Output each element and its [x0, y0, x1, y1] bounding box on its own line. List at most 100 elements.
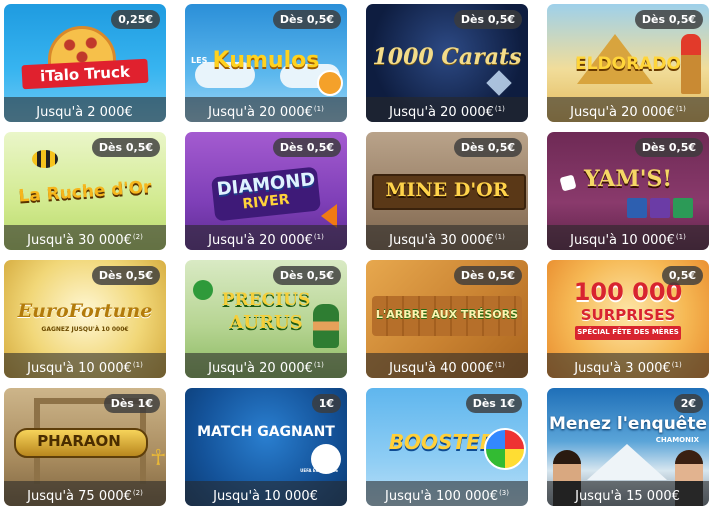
mountain-icon — [587, 444, 667, 480]
card-slot-green — [673, 198, 693, 218]
game-logo-tag: SPÉCIAL FÊTE DES MÈRES — [577, 328, 679, 336]
game-logo: 1000 Carats — [372, 44, 522, 70]
game-logo: La Ruche d'Or — [17, 177, 153, 207]
max-win-bar: Jusqu'à 20 000€(1) — [185, 97, 347, 122]
max-win-bar: Jusqu'à 20 000€(1) — [366, 97, 528, 122]
price-badge: 1€ — [311, 394, 341, 413]
price-badge: Dès 0,5€ — [272, 266, 341, 285]
game-logo: EuroFortune — [17, 300, 153, 322]
price-badge: Dès 0,5€ — [272, 10, 341, 29]
game-card-booster[interactable]: BOOSTER Dès 1€ Jusqu'à 100 000€(3) — [366, 388, 528, 506]
max-win-bar: Jusqu'à 20 000€(1) — [547, 97, 709, 122]
max-win-text: Jusqu'à 30 000€ — [389, 233, 494, 248]
game-logo-sub: UEFA EURO 2016 — [300, 468, 338, 473]
max-win-bar: Jusqu'à 20 000€(1) — [185, 353, 347, 378]
footnote-ref: (3) — [499, 489, 509, 497]
price-badge: Dès 0,5€ — [453, 138, 522, 157]
footnote-ref: (1) — [494, 361, 505, 369]
price-badge: Dès 1€ — [103, 394, 160, 413]
price-badge: 0,5€ — [661, 266, 703, 285]
footnote-ref: (1) — [671, 361, 682, 369]
game-card-eldorado[interactable]: ELDORADO Dès 0,5€ Jusqu'à 20 000€(1) — [547, 4, 709, 122]
price-badge: 2€ — [673, 394, 703, 413]
game-logo-sub: GAGNEZ JUSQU'À 10 000€ — [41, 326, 129, 333]
game-card-italo-truck[interactable]: iTalo Truck 0,25€ Jusqu'à 2 000€ — [4, 4, 166, 122]
footnote-ref: (1) — [313, 105, 324, 113]
footnote-ref: (1) — [313, 361, 324, 369]
footnote-ref: (1) — [675, 233, 686, 241]
max-win-text: Jusqu'à 75 000€ — [27, 489, 132, 504]
footnote-ref: (1) — [132, 361, 143, 369]
card-slot-purple — [650, 198, 670, 218]
max-win-bar: Jusqu'à 10 000€(1) — [4, 353, 166, 378]
game-card-mine-d-or[interactable]: MINE D'OR Dès 0,5€ Jusqu'à 30 000€(1) — [366, 132, 528, 250]
warrior-icon — [681, 34, 701, 94]
ankh-icon: ☥ — [150, 446, 166, 471]
max-win-text: Jusqu'à 20 000€ — [570, 105, 675, 120]
max-win-bar: Jusqu'à 20 000€(1) — [185, 225, 347, 250]
price-badge: Dès 1€ — [465, 394, 522, 413]
price-badge: Dès 0,5€ — [272, 138, 341, 157]
max-win-bar: Jusqu'à 10 000€ — [185, 481, 347, 506]
game-logo-sub: CHAMONIX — [655, 436, 699, 444]
max-win-bar: Jusqu'à 10 000€(1) — [547, 225, 709, 250]
game-card-precius-aurus[interactable]: PRECIUS AURUS Dès 0,5€ Jusqu'à 20 000€(1… — [185, 260, 347, 378]
game-card-pharaon[interactable]: PHARAON ☥ Dès 1€ Jusqu'à 75 000€(2) — [4, 388, 166, 506]
price-badge: 0,25€ — [111, 10, 160, 29]
game-logo: L'ARBRE AUX TRÉSORS — [375, 308, 519, 321]
game-card-l-arbre-aux-tresors[interactable]: L'ARBRE AUX TRÉSORS Dès 0,5€ Jusqu'à 40 … — [366, 260, 528, 378]
max-win-text: Jusqu'à 100 000€ — [385, 489, 499, 504]
price-badge: Dès 0,5€ — [453, 10, 522, 29]
max-win-text: Jusqu'à 30 000€ — [27, 233, 132, 248]
max-win-text: Jusqu'à 20 000€ — [208, 105, 313, 120]
game-logo: PHARAON — [37, 432, 121, 450]
footnote-ref: (1) — [313, 233, 324, 241]
max-win-text: Jusqu'à 20 000€ — [389, 105, 494, 120]
game-logo: MINE D'OR — [385, 179, 509, 201]
max-win-bar: Jusqu'à 40 000€(1) — [366, 353, 528, 378]
game-card-menez-l-enquete[interactable]: Menez l'enquête CHAMONIX 2€ Jusqu'à 15 0… — [547, 388, 709, 506]
mascot-icon — [317, 70, 343, 96]
game-card-yams[interactable]: YAM'S! Dès 0,5€ Jusqu'à 10 000€(1) — [547, 132, 709, 250]
game-logo: MATCH GAGNANT — [197, 424, 335, 440]
price-badge: Dès 0,5€ — [91, 138, 160, 157]
max-win-text: Jusqu'à 2 000€ — [36, 105, 133, 120]
game-card-1000-carats[interactable]: 1000 Carats Dès 0,5€ Jusqu'à 20 000€(1) — [366, 4, 528, 122]
max-win-bar: Jusqu'à 30 000€(1) — [366, 225, 528, 250]
footnote-ref: (1) — [675, 105, 686, 113]
max-win-bar: Jusqu'à 3 000€(1) — [547, 353, 709, 378]
max-win-text: Jusqu'à 40 000€ — [389, 361, 494, 376]
max-win-text: Jusqu'à 20 000€ — [208, 361, 313, 376]
max-win-text: Jusqu'à 10 000€ — [213, 489, 318, 504]
max-win-bar: Jusqu'à 30 000€(2) — [4, 225, 166, 250]
game-card-diamond-river[interactable]: DIAMOND RIVER Dès 0,5€ Jusqu'à 20 000€(1… — [185, 132, 347, 250]
card-slot-blue — [627, 198, 647, 218]
game-logo: Kumulos — [212, 48, 320, 73]
game-card-100000-surprises[interactable]: 100 000 SURPRISES SPÉCIAL FÊTE DES MÈRES… — [547, 260, 709, 378]
footnote-ref: (1) — [494, 233, 505, 241]
max-win-text: Jusqu'à 10 000€ — [27, 361, 132, 376]
price-badge: Dès 0,5€ — [634, 10, 703, 29]
game-logo: Menez l'enquête — [548, 414, 707, 434]
max-win-text: Jusqu'à 20 000€ — [208, 233, 313, 248]
diamond-icon — [486, 70, 512, 96]
max-win-bar: Jusqu'à 100 000€(3) — [366, 481, 528, 506]
footnote-ref: (2) — [132, 233, 143, 241]
max-win-bar: Jusqu'à 75 000€(2) — [4, 481, 166, 506]
game-card-la-ruche-d-or[interactable]: La Ruche d'Or Dès 0,5€ Jusqu'à 30 000€(2… — [4, 132, 166, 250]
footnote-ref: (1) — [494, 105, 505, 113]
price-badge: Dès 0,5€ — [634, 138, 703, 157]
max-win-bar: Jusqu'à 15 000€ — [547, 481, 709, 506]
wheel-icon — [484, 428, 526, 470]
max-win-text: Jusqu'à 10 000€ — [570, 233, 675, 248]
max-win-text: Jusqu'à 15 000€ — [575, 489, 680, 504]
footnote-ref: (2) — [132, 489, 143, 497]
game-grid: iTalo Truck 0,25€ Jusqu'à 2 000€ LES Kum… — [4, 4, 709, 506]
max-win-bar: Jusqu'à 2 000€ — [4, 97, 166, 122]
max-win-text: Jusqu'à 3 000€ — [574, 361, 671, 376]
game-card-kumulos[interactable]: LES Kumulos Dès 0,5€ Jusqu'à 20 000€(1) — [185, 4, 347, 122]
price-badge: Dès 0,5€ — [91, 266, 160, 285]
game-card-match-gagnant[interactable]: MATCH GAGNANT UEFA EURO 2016 1€ Jusqu'à … — [185, 388, 347, 506]
game-card-eurofortune[interactable]: EuroFortune GAGNEZ JUSQU'À 10 000€ Dès 0… — [4, 260, 166, 378]
leprechaun-icon — [313, 304, 339, 348]
